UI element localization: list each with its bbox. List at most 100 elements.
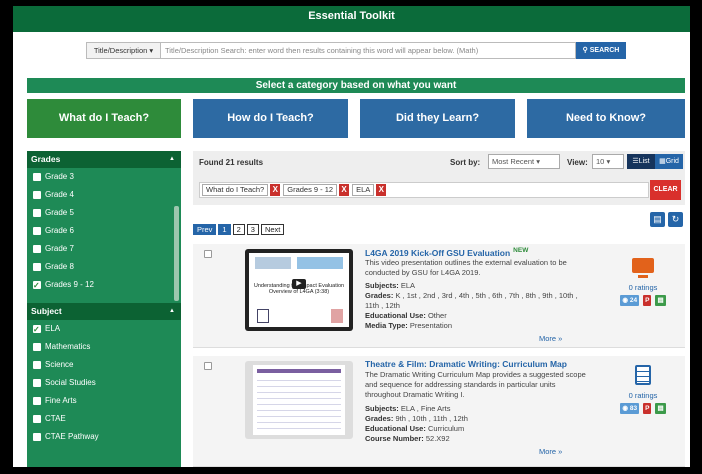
category-what-do-i-teach[interactable]: What do I Teach? bbox=[27, 99, 181, 138]
clear-filters-button[interactable]: CLEAR bbox=[650, 180, 681, 200]
result-subjects: Subjects: ELA bbox=[365, 281, 416, 290]
page-button[interactable]: 2 bbox=[232, 224, 245, 235]
document-preview bbox=[253, 365, 345, 435]
search-button[interactable]: ⚲ SEARCH bbox=[576, 42, 626, 59]
checkbox-checked[interactable] bbox=[33, 321, 41, 339]
subject-filter-item[interactable]: CTAE bbox=[27, 410, 181, 428]
document-add-icon[interactable]: ▤ bbox=[655, 295, 666, 306]
video-thumbnail[interactable]: Understanding the Impact Evaluation Over… bbox=[245, 249, 353, 331]
checkbox[interactable] bbox=[33, 379, 41, 387]
ratings-text[interactable]: 0 ratings bbox=[613, 391, 673, 400]
search-mode-dropdown[interactable]: Title/Description ▾ bbox=[86, 42, 161, 59]
grade-filter-item[interactable]: Grade 7 bbox=[27, 240, 181, 258]
category-how-do-i-teach[interactable]: How do I Teach? bbox=[193, 99, 348, 138]
grade-filter-item[interactable]: Grade 6 bbox=[27, 222, 181, 240]
grades-header[interactable]: Grades ▲ bbox=[27, 151, 181, 168]
pinterest-icon[interactable]: P bbox=[643, 295, 652, 306]
category-did-they-learn[interactable]: Did they Learn? bbox=[360, 99, 515, 138]
checkbox[interactable] bbox=[33, 263, 41, 271]
checkbox-checked[interactable] bbox=[33, 277, 41, 295]
slide-preview: Understanding the Impact Evaluation Over… bbox=[249, 253, 349, 327]
result-actions: ◉ 83 P ▤ bbox=[613, 403, 673, 414]
subject-header[interactable]: Subject ▲ bbox=[27, 303, 181, 320]
select-checkbox[interactable] bbox=[204, 250, 212, 258]
result-description: This video presentation outlines the ext… bbox=[365, 258, 567, 277]
grade-filter-item[interactable]: Grade 5 bbox=[27, 204, 181, 222]
refresh-button[interactable]: ↻ bbox=[668, 212, 683, 227]
remove-filter-button[interactable]: X bbox=[339, 184, 350, 196]
grade-filter-item[interactable]: Grade 4 bbox=[27, 186, 181, 204]
checkbox[interactable] bbox=[33, 361, 41, 369]
sidebar-scrollbar[interactable] bbox=[174, 206, 179, 301]
page-button[interactable]: 1 bbox=[218, 224, 231, 235]
checkbox[interactable] bbox=[33, 433, 41, 441]
result-card: Theatre & Film: Dramatic Writing: Curric… bbox=[193, 356, 685, 467]
grade-filter-item[interactable]: Grade 3 bbox=[27, 168, 181, 186]
search-input[interactable]: Title/Description Search: enter word the… bbox=[161, 42, 576, 59]
remove-filter-button[interactable]: X bbox=[376, 184, 387, 196]
more-link[interactable]: More » bbox=[539, 447, 562, 456]
subject-filter-item[interactable]: CTAE Pathway bbox=[27, 428, 181, 446]
checkbox[interactable] bbox=[33, 173, 41, 181]
grade-filter-item[interactable]: Grades 9 - 12 bbox=[27, 276, 181, 295]
checkbox[interactable] bbox=[33, 415, 41, 423]
sort-label: Sort by: bbox=[450, 158, 481, 167]
view-count-select[interactable]: 10 ▾ bbox=[592, 154, 624, 169]
select-checkbox[interactable] bbox=[204, 362, 212, 370]
checkbox[interactable] bbox=[33, 209, 41, 217]
views-count-badge: ◉ 83 bbox=[620, 403, 640, 414]
next-page-button[interactable]: Next bbox=[260, 224, 285, 235]
subject-filter-item[interactable]: Fine Arts bbox=[27, 392, 181, 410]
play-icon[interactable]: ▶ bbox=[292, 279, 306, 289]
grade-filter-item[interactable]: Grade 8 bbox=[27, 258, 181, 276]
category-need-to-know[interactable]: Need to Know? bbox=[527, 99, 685, 138]
subject-filter-item[interactable]: ELA bbox=[27, 320, 181, 339]
search-bar: Title/Description ▾ Title/Description Se… bbox=[86, 42, 626, 59]
result-title[interactable]: Theatre & Film: Dramatic Writing: Curric… bbox=[365, 359, 567, 369]
result-course-number: Course Number: 52.X92 bbox=[365, 434, 450, 443]
remove-filter-button[interactable]: X bbox=[270, 184, 281, 196]
checkbox[interactable] bbox=[33, 245, 41, 253]
prev-page-button[interactable]: Prev bbox=[193, 224, 217, 235]
seal-icon bbox=[257, 309, 269, 323]
grid-view-button[interactable]: ▦Grid bbox=[655, 154, 683, 169]
sort-select[interactable]: Most Recent ▾ bbox=[488, 154, 560, 169]
document-thumbnail[interactable] bbox=[245, 361, 353, 439]
result-subjects: Subjects: ELA , Fine Arts bbox=[365, 404, 451, 413]
subject-filter-item[interactable]: Science bbox=[27, 356, 181, 374]
chevron-down-icon: ▾ bbox=[536, 157, 540, 166]
table-header-bar bbox=[257, 369, 341, 373]
result-title[interactable]: L4GA 2019 Kick-Off GSU Evaluation NEW bbox=[365, 247, 528, 258]
ratings-text[interactable]: 0 ratings bbox=[613, 283, 673, 292]
chart-icon bbox=[331, 309, 343, 323]
banner-image bbox=[297, 257, 343, 269]
page-button[interactable]: 3 bbox=[246, 224, 259, 235]
checkbox[interactable] bbox=[33, 343, 41, 351]
eye-icon: ◉ bbox=[622, 297, 630, 304]
subject-filter-item[interactable]: Mathematics bbox=[27, 338, 181, 356]
category-banner: Select a category based on what you want bbox=[27, 78, 685, 93]
result-ratings-panel: 0 ratings ◉ 24 P ▤ bbox=[613, 258, 673, 306]
table-rows bbox=[257, 375, 341, 431]
chevron-down-icon: ▾ bbox=[606, 157, 611, 166]
collapse-arrow-icon: ▲ bbox=[169, 308, 175, 314]
grid-icon: ▦ bbox=[659, 158, 666, 165]
result-media-type: Media Type: Presentation bbox=[365, 321, 453, 330]
logo-image bbox=[255, 257, 291, 269]
filter-sidebar: Grades ▲ Grade 3 Grade 4 Grade 5 Grade 6 … bbox=[27, 151, 181, 467]
monitor-stand bbox=[638, 275, 648, 278]
more-link[interactable]: More » bbox=[539, 334, 562, 343]
checkbox[interactable] bbox=[33, 397, 41, 405]
filter-chip: Grades 9 - 12 bbox=[283, 184, 338, 196]
save-search-button[interactable]: ▤ bbox=[650, 212, 665, 227]
result-ratings-panel: 0 ratings ◉ 83 P ▤ bbox=[613, 365, 673, 414]
checkbox[interactable] bbox=[33, 191, 41, 199]
result-card: Understanding the Impact Evaluation Over… bbox=[193, 244, 685, 348]
subject-filter-item[interactable]: Social Studies bbox=[27, 374, 181, 392]
list-view-button[interactable]: ☰List bbox=[627, 154, 655, 169]
refresh-icon: ↻ bbox=[671, 214, 680, 224]
pinterest-icon[interactable]: P bbox=[643, 403, 652, 414]
new-badge: NEW bbox=[513, 247, 529, 254]
document-add-icon[interactable]: ▤ bbox=[655, 403, 666, 414]
checkbox[interactable] bbox=[33, 227, 41, 235]
